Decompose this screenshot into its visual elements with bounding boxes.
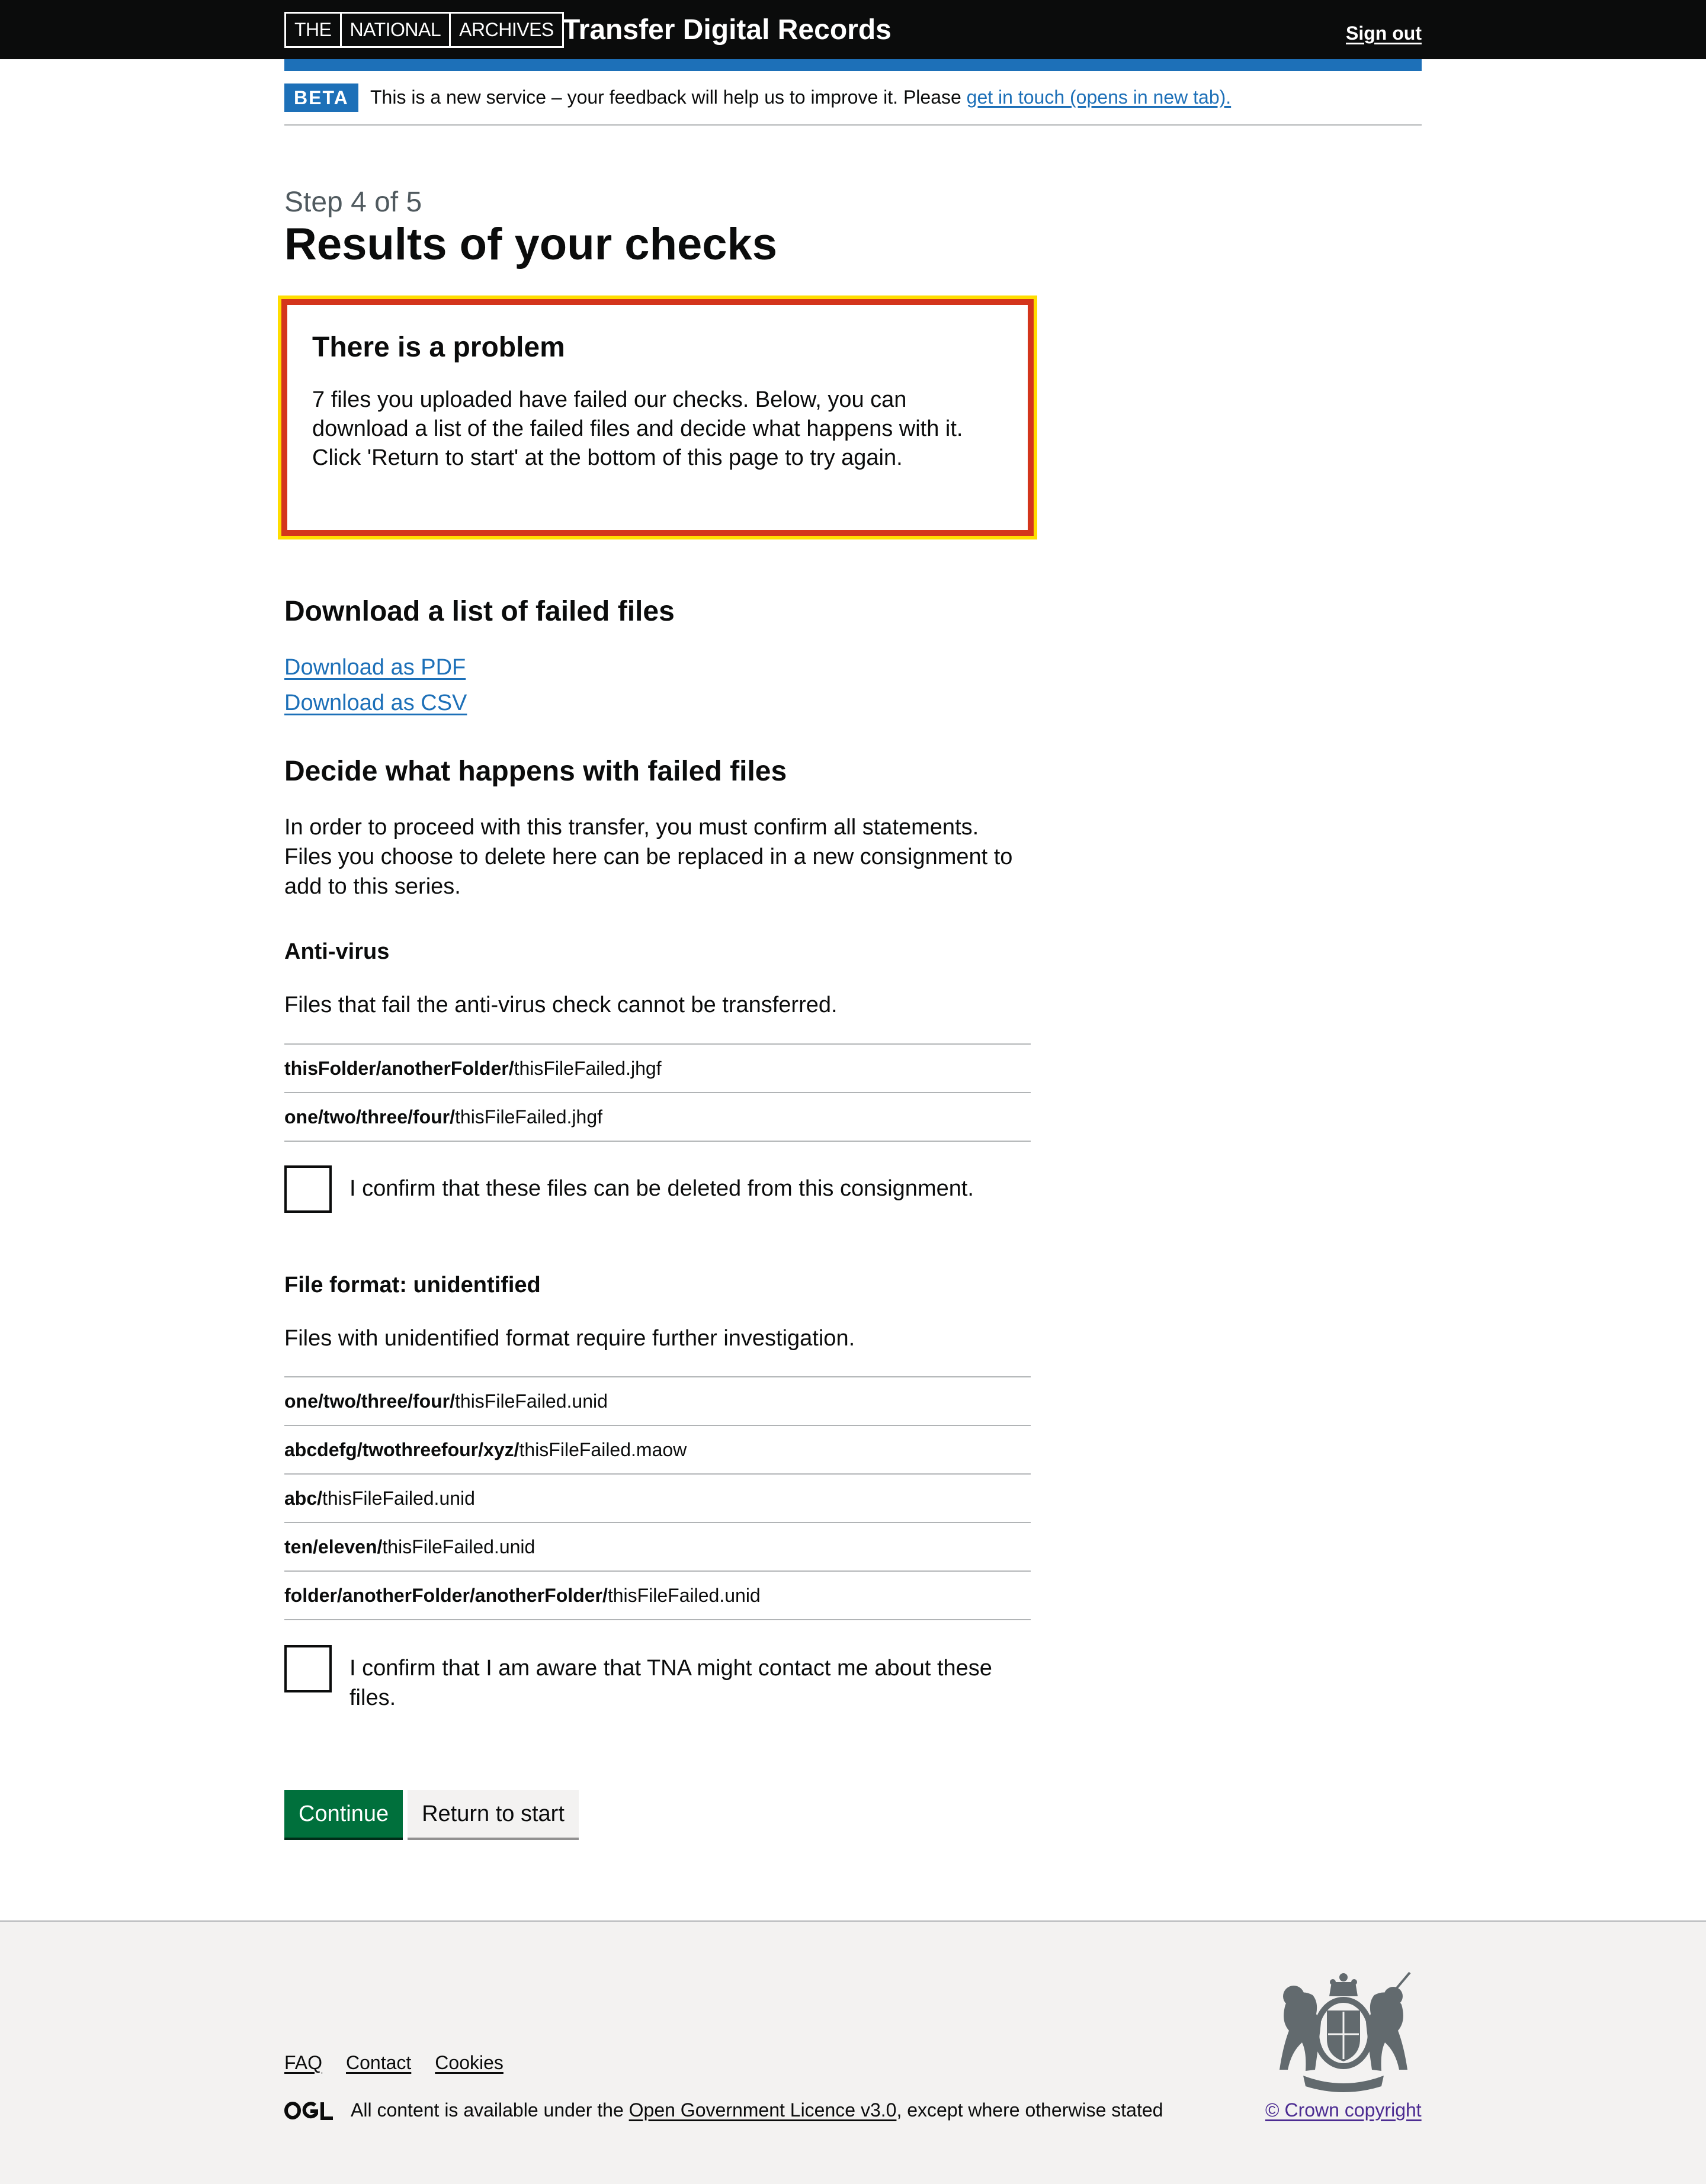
antivirus-confirm-checkbox[interactable] <box>284 1165 332 1213</box>
error-line: download a list of the failed files and … <box>312 416 963 441</box>
file-format-file-list: one/two/three/four/thisFileFailed.unid a… <box>284 1376 1031 1620</box>
phase-banner-message: This is a new service – your feedback wi… <box>370 86 967 108</box>
file-path: abcdefg/twothreefour/xyz/ <box>284 1438 520 1460</box>
antivirus-heading: Anti-virus <box>284 939 390 964</box>
error-summary-title: There is a problem <box>312 332 565 363</box>
file-name: thisFileFailed.jhgf <box>455 1106 602 1128</box>
download-pdf-link[interactable]: Download as PDF <box>284 653 466 682</box>
file-path: one/two/three/four/ <box>284 1106 455 1128</box>
footer-link-cookies[interactable]: Cookies <box>435 2052 504 2074</box>
file-path: thisFolder/anotherFolder/ <box>284 1057 514 1079</box>
file-format-description: Files with unidentified format require f… <box>284 1326 855 1351</box>
beta-tag: BETA <box>284 83 358 112</box>
download-heading: Download a list of failed files <box>284 596 675 627</box>
antivirus-confirm-label[interactable]: I confirm that these files can be delete… <box>349 1174 1031 1203</box>
national-archives-logo[interactable]: THE NATIONAL ARCHIVES <box>284 12 564 48</box>
list-item: thisFolder/anotherFolder/thisFileFailed.… <box>284 1045 1031 1093</box>
file-path: abc/ <box>284 1487 323 1509</box>
page-title: Results of your checks <box>284 219 778 269</box>
antivirus-file-list: thisFolder/anotherFolder/thisFileFailed.… <box>284 1043 1031 1142</box>
download-csv-link[interactable]: Download as CSV <box>284 688 467 718</box>
error-summary-body: 7 files you uploaded have failed our che… <box>312 386 1003 473</box>
footer-link-faq[interactable]: FAQ <box>284 2052 322 2074</box>
file-format-heading: File format: unidentified <box>284 1273 541 1297</box>
list-item: one/two/three/four/thisFileFailed.unid <box>284 1377 1031 1426</box>
feedback-link[interactable]: get in touch (opens in new tab). <box>967 86 1232 108</box>
phase-banner-text: This is a new service – your feedback wi… <box>370 85 1231 109</box>
crown-copyright-link[interactable]: © Crown copyright <box>1265 2098 1422 2122</box>
decide-heading: Decide what happens with failed files <box>284 756 787 787</box>
file-path: one/two/three/four/ <box>284 1390 455 1412</box>
licence-text: All content is available under the Open … <box>351 2098 1163 2122</box>
header-blue-bar <box>284 59 1422 71</box>
file-format-confirm-label[interactable]: I confirm that I am aware that TNA might… <box>349 1653 1031 1713</box>
list-item: one/two/three/four/thisFileFailed.jhgf <box>284 1093 1031 1142</box>
antivirus-description: Files that fail the anti-virus check can… <box>284 993 838 1017</box>
file-path: folder/anotherFolder/anotherFolder/ <box>284 1584 608 1606</box>
file-name: thisFileFailed.jhgf <box>514 1057 662 1079</box>
service-name[interactable]: Transfer Digital Records <box>563 12 892 48</box>
error-line: 7 files you uploaded have failed our che… <box>312 387 907 412</box>
ogl-logo-icon <box>284 2102 333 2120</box>
file-name: thisFileFailed.unid <box>607 1584 761 1606</box>
licence-suffix: , except where otherwise stated <box>896 2099 1163 2121</box>
file-name: thisFileFailed.unid <box>322 1487 475 1509</box>
intro-line: add to this series. <box>284 874 461 899</box>
continue-button[interactable]: Continue <box>284 1790 403 1838</box>
file-name: thisFileFailed.maow <box>519 1438 687 1460</box>
site-header: THE NATIONAL ARCHIVES Transfer Digital R… <box>0 0 1706 59</box>
logo-part-archives: ARCHIVES <box>449 12 564 48</box>
open-government-licence-link[interactable]: Open Government Licence v3.0 <box>629 2099 897 2121</box>
logo-part-national: NATIONAL <box>339 12 451 48</box>
file-name: thisFileFailed.unid <box>382 1536 535 1557</box>
list-item: abc/thisFileFailed.unid <box>284 1475 1031 1523</box>
royal-coat-of-arms-icon <box>1280 1971 1411 2092</box>
licence-prefix: All content is available under the <box>351 2099 629 2121</box>
step-caption: Step 4 of 5 <box>284 187 422 218</box>
intro-line: Files you choose to delete here can be r… <box>284 844 1013 869</box>
file-name: thisFileFailed.unid <box>455 1390 608 1412</box>
file-format-confirm-checkbox[interactable] <box>284 1645 332 1692</box>
phase-banner: BETA This is a new service – your feedba… <box>284 83 1422 126</box>
error-summary: There is a problem 7 files you uploaded … <box>278 296 1037 539</box>
return-to-start-button[interactable]: Return to start <box>408 1790 579 1838</box>
footer-links: FAQ Contact Cookies <box>284 2052 504 2074</box>
list-item: folder/anotherFolder/anotherFolder/thisF… <box>284 1572 1031 1620</box>
list-item: ten/eleven/thisFileFailed.unid <box>284 1523 1031 1572</box>
list-item: abcdefg/twothreefour/xyz/thisFileFailed.… <box>284 1426 1031 1475</box>
file-path: ten/eleven/ <box>284 1536 383 1557</box>
logo-part-the: THE <box>284 12 342 48</box>
site-footer: FAQ Contact Cookies All content is avail… <box>0 1920 1706 2184</box>
sign-out-link[interactable]: Sign out <box>1346 23 1422 44</box>
error-line: Click 'Return to start' at the bottom of… <box>312 445 903 470</box>
decide-intro: In order to proceed with this transfer, … <box>284 812 1031 901</box>
footer-link-contact[interactable]: Contact <box>346 2052 411 2074</box>
intro-line: In order to proceed with this transfer, … <box>284 815 979 840</box>
